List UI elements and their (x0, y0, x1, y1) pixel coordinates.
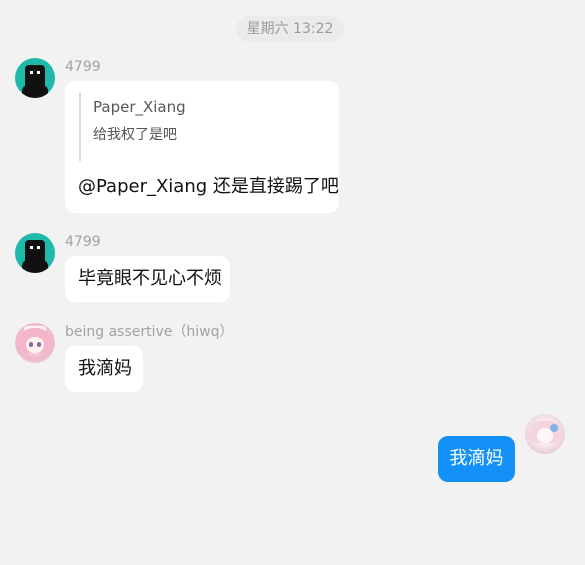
hair-accessory-icon (550, 424, 558, 432)
avatar-4799-icon[interactable] (15, 58, 55, 98)
message-text: 毕竟眼不见心不烦 (78, 268, 222, 289)
pixel-base-icon (22, 85, 48, 98)
outgoing-message-bubble[interactable]: 我滴妈 (438, 436, 515, 482)
message-bubble[interactable]: Paper_Xiang 给我权了是吧 @Paper_Xiang 还是直接踢了吧 (65, 81, 339, 213)
pixel-base-icon (22, 260, 48, 273)
quoted-author: Paper_Xiang (93, 98, 186, 116)
avatar-4799-icon[interactable] (15, 233, 55, 273)
pixel-figure-icon (25, 65, 45, 87)
sender-name: 4799 (65, 234, 101, 250)
eye-icon (29, 342, 33, 347)
avatar-being-assertive-icon[interactable] (15, 323, 55, 363)
sender-name: being assertive（hiwq） (65, 324, 234, 340)
quoted-message[interactable]: Paper_Xiang 给我权了是吧 (79, 93, 293, 161)
self-avatar-icon[interactable] (525, 414, 565, 454)
message-bubble[interactable]: 毕竟眼不见心不烦 (65, 256, 230, 302)
pixel-figure-icon (25, 240, 45, 262)
sender-name: 4799 (65, 59, 101, 75)
message-text: 我滴妈 (78, 358, 132, 379)
message-text: @Paper_Xiang 还是直接踢了吧 (78, 176, 339, 197)
timestamp-pill: 星期六 13:22 (236, 16, 344, 42)
quoted-text: 给我权了是吧 (93, 127, 177, 143)
eye-icon (37, 342, 41, 347)
message-bubble[interactable]: 我滴妈 (65, 346, 143, 392)
